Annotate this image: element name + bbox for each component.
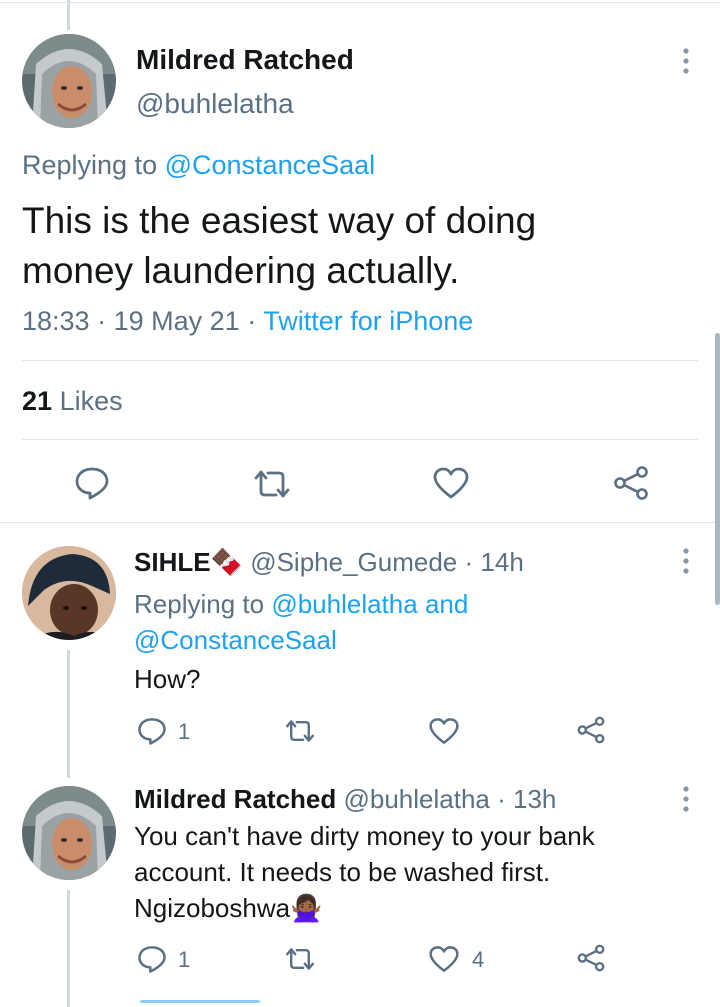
meta-separator: ·: [97, 306, 107, 336]
retweet-icon[interactable]: [252, 469, 292, 499]
retweet-icon[interactable]: [284, 718, 316, 744]
top-divider: [0, 2, 720, 3]
like-icon[interactable]: [429, 945, 459, 973]
reply-text: How?: [134, 664, 201, 694]
thread-line-top: [67, 0, 70, 30]
replying-prefix: Replying to: [134, 589, 265, 619]
avatar[interactable]: [22, 786, 116, 880]
reply-age: 14h: [480, 547, 524, 577]
more-vertical-icon[interactable]: [682, 548, 690, 580]
replying-to-link[interactable]: @buhlelatha: [271, 589, 417, 619]
reply-header: SIHLE🍫 @Siphe_Gumede · 14h: [134, 547, 524, 578]
author-name[interactable]: Mildred Ratched: [134, 784, 336, 814]
tweet-meta: 18:33 · 19 May 21 · Twitter for iPhone: [22, 306, 473, 337]
author-handle[interactable]: @Siphe_Gumede: [250, 547, 457, 577]
reply-count: 1: [178, 719, 191, 744]
reply-text: You can't have dirty money to your bank …: [134, 818, 595, 926]
tweet-text: This is the easiest way of doing money l…: [22, 196, 536, 296]
like-icon[interactable]: [433, 467, 469, 499]
reply-age: 13h: [513, 784, 557, 814]
author-handle[interactable]: @buhlelatha: [136, 88, 294, 120]
share-icon[interactable]: [576, 944, 606, 972]
replying-and: and: [424, 589, 469, 619]
author-emoji: 🍫: [210, 547, 243, 577]
more-vertical-icon[interactable]: [682, 786, 690, 818]
divider: [22, 360, 698, 361]
reply-icon[interactable]: [74, 466, 110, 500]
author-handle[interactable]: @buhlelatha: [343, 784, 489, 814]
avatar[interactable]: [22, 546, 116, 640]
like-count: 4: [472, 947, 485, 972]
reply-text-line: Ngizoboshwa🙅🏾‍♀️: [134, 893, 323, 923]
share-icon[interactable]: [576, 716, 606, 744]
avatar[interactable]: [22, 34, 116, 128]
meta-separator: ·: [464, 547, 474, 577]
tweet-source-link[interactable]: Twitter for iPhone: [263, 306, 473, 336]
reply-icon[interactable]: [137, 716, 167, 746]
divider: [22, 439, 698, 440]
reply-text-line: You can't have dirty money to your bank: [134, 821, 595, 851]
tweet-text-line: money laundering actually.: [22, 250, 460, 291]
replying-to-link[interactable]: @ConstanceSaal: [134, 622, 468, 658]
reply-text-line: account. It needs to be washed first.: [134, 857, 551, 887]
tweet-text-line: This is the easiest way of doing: [22, 200, 537, 241]
retweet-icon[interactable]: [284, 946, 316, 972]
replying-to-line: Replying to @ConstanceSaal: [22, 150, 375, 181]
thread-line: [67, 890, 70, 1007]
more-vertical-icon[interactable]: [682, 48, 690, 80]
tweet-date: 19 May 21: [113, 306, 240, 336]
reply-count: 1: [178, 947, 191, 972]
thread-line: [67, 650, 70, 778]
likes-label: Likes: [59, 386, 123, 416]
author-name[interactable]: Mildred Ratched: [136, 44, 354, 76]
share-icon[interactable]: [612, 466, 650, 500]
tweet-time: 18:33: [22, 306, 90, 336]
replying-to-link[interactable]: @ConstanceSaal: [165, 150, 376, 180]
replying-prefix: Replying to: [22, 150, 158, 180]
likes-summary[interactable]: 21 Likes: [22, 386, 123, 417]
reply-icon[interactable]: [137, 944, 167, 974]
reply-header: Mildred Ratched @buhlelatha · 13h: [134, 784, 556, 815]
author-name[interactable]: SIHLE: [134, 547, 211, 577]
divider: [0, 522, 720, 523]
meta-separator: ·: [247, 306, 257, 336]
emoji: 🙅🏾‍♀️: [290, 893, 323, 923]
like-icon[interactable]: [429, 717, 459, 745]
meta-separator: ·: [497, 784, 506, 814]
scrollbar[interactable]: [715, 333, 720, 605]
replying-to-line: Replying to @buhlelatha and @ConstanceSa…: [134, 586, 468, 658]
likes-count: 21: [22, 386, 53, 416]
next-reply-peek: [140, 1000, 260, 1003]
